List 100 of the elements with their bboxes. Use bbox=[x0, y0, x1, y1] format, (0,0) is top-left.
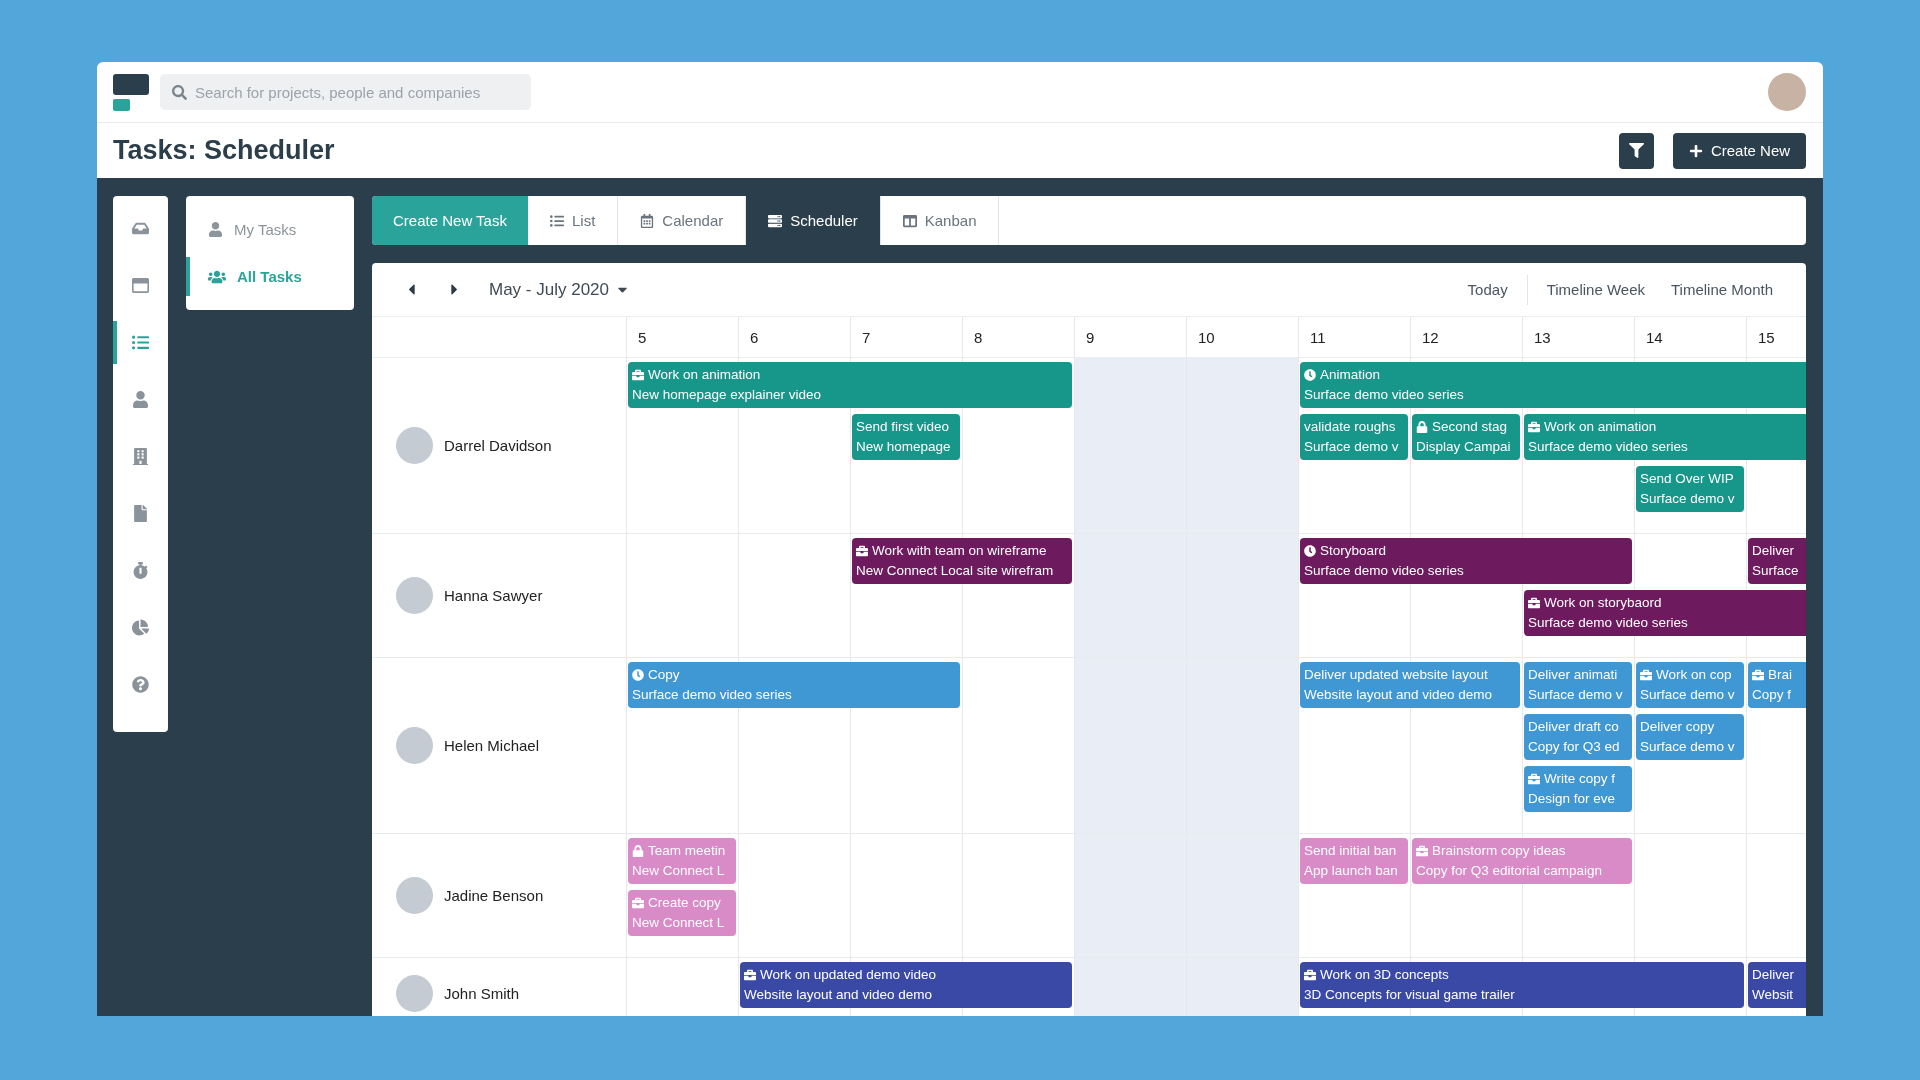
event-title: Storyboard bbox=[1320, 542, 1387, 560]
event-card[interactable]: Copy Surface demo video series bbox=[628, 662, 960, 708]
event-card[interactable]: Write copy f Design for eve bbox=[1524, 766, 1632, 812]
event-subtitle: Surface demo video series bbox=[1528, 614, 1688, 632]
event-subtitle: Surface demo v bbox=[1640, 490, 1735, 508]
event-title: Deliver bbox=[1752, 542, 1794, 560]
inbox-icon bbox=[132, 220, 149, 237]
filter-icon bbox=[1629, 143, 1644, 158]
briefcase-icon bbox=[856, 545, 868, 557]
clock-icon bbox=[1304, 545, 1316, 557]
building-icon bbox=[132, 448, 149, 465]
calendar-icon bbox=[640, 213, 655, 228]
briefcase-icon bbox=[1528, 421, 1540, 433]
event-card[interactable]: Team meetin New Connect L bbox=[628, 838, 736, 884]
date-range-dropdown[interactable]: May - July 2020 bbox=[489, 279, 630, 300]
event-card[interactable]: Work on updated demo video Website layout and video demo bbox=[740, 962, 1072, 1008]
event-card[interactable]: Send Over WIP Surface demo v bbox=[1636, 466, 1744, 512]
event-card[interactable]: Storyboard Surface demo video series bbox=[1300, 538, 1632, 584]
event-title: Send first video bbox=[856, 418, 950, 436]
search-icon bbox=[172, 85, 187, 100]
date-label: 13 bbox=[1534, 328, 1551, 346]
briefcase-icon bbox=[632, 369, 644, 381]
event-title: Copy bbox=[648, 666, 680, 684]
event-subtitle: Websit bbox=[1752, 986, 1793, 1004]
briefcase-icon bbox=[1304, 969, 1316, 981]
view-button[interactable]: Timeline Week bbox=[1533, 275, 1658, 304]
event-subtitle: Copy for Q3 editorial campaign bbox=[1416, 862, 1603, 880]
event-subtitle: New homepage explainer video bbox=[632, 386, 822, 404]
nav-item[interactable]: My Tasks bbox=[186, 206, 354, 253]
lock-icon bbox=[632, 845, 644, 857]
event-card[interactable]: Deliver animati Surface demo v bbox=[1524, 662, 1632, 708]
date-label: 15 bbox=[1758, 328, 1775, 346]
event-title: Deliver animati bbox=[1528, 666, 1618, 684]
briefcase-icon bbox=[1752, 669, 1764, 681]
date-label: 10 bbox=[1198, 328, 1215, 346]
create-task-button[interactable]: Create New Task bbox=[372, 196, 528, 245]
event-card[interactable]: Animation Surface demo video series bbox=[1300, 362, 1806, 408]
event-card[interactable]: Work on animation Surface demo video series bbox=[1524, 414, 1806, 460]
event-subtitle: Surface bbox=[1752, 562, 1799, 580]
event-card[interactable]: Work with team on wireframe New Connect Local site wirefram bbox=[852, 538, 1072, 584]
resource-name: Hanna Sawyer bbox=[444, 587, 543, 604]
event-card[interactable]: Send first video New homepage bbox=[852, 414, 960, 460]
list-icon bbox=[132, 334, 149, 351]
event-subtitle: New Connect Local site wirefram bbox=[856, 562, 1054, 580]
date-label: 12 bbox=[1422, 328, 1439, 346]
event-card[interactable]: Deliver draft co Copy for Q3 ed bbox=[1524, 714, 1632, 760]
view-button[interactable]: Timeline Month bbox=[1658, 275, 1786, 304]
avatar-placeholder[interactable] bbox=[1768, 73, 1806, 111]
event-card[interactable]: Work on storybaord Surface demo video series bbox=[1524, 590, 1806, 636]
date-label: 14 bbox=[1646, 328, 1663, 346]
event-subtitle: Copy f bbox=[1752, 686, 1792, 704]
event-card[interactable]: Work on animation New homepage explainer video bbox=[628, 362, 1072, 408]
event-card[interactable]: Second stag Display Campai bbox=[1412, 414, 1520, 460]
briefcase-icon bbox=[1528, 773, 1540, 785]
event-card[interactable]: Deliver updated website layout Website layout and video demo bbox=[1300, 662, 1520, 708]
event-card[interactable]: Deliver Websit bbox=[1748, 962, 1806, 1008]
date-label: 6 bbox=[750, 328, 759, 346]
create-new-button[interactable]: Create New bbox=[1673, 132, 1806, 169]
event-card[interactable]: Work on 3D concepts 3D Concepts for visual game trailer bbox=[1300, 962, 1744, 1008]
plus-icon bbox=[1688, 143, 1703, 158]
event-card[interactable]: validate roughs Surface demo v bbox=[1300, 414, 1408, 460]
user-icon bbox=[132, 391, 149, 408]
avatar-placeholder bbox=[396, 975, 433, 1012]
event-subtitle: Website layout and video demo bbox=[1304, 686, 1493, 704]
event-title: Brai bbox=[1768, 666, 1792, 684]
search-field[interactable]: Search for projects, people and companies bbox=[160, 74, 531, 110]
event-title: Deliver updated website layout bbox=[1304, 666, 1488, 684]
event-card[interactable]: Brai Copy f bbox=[1748, 662, 1806, 708]
clock-icon bbox=[1304, 369, 1316, 381]
avatar-placeholder bbox=[396, 427, 433, 464]
event-card[interactable]: Send initial ban App launch ban bbox=[1300, 838, 1408, 884]
resource-name: Jadine Benson bbox=[444, 887, 544, 904]
view-button[interactable]: Today bbox=[1454, 275, 1521, 304]
event-card[interactable]: Deliver copy Surface demo v bbox=[1636, 714, 1744, 760]
page-title: Tasks: Scheduler bbox=[113, 135, 335, 166]
briefcase-icon bbox=[744, 969, 756, 981]
event-card[interactable]: Work on cop Surface demo v bbox=[1636, 662, 1744, 708]
event-title: Send initial ban bbox=[1304, 842, 1397, 860]
event-card[interactable]: Brainstorm copy ideas Copy for Q3 editorial campaign bbox=[1412, 838, 1632, 884]
event-subtitle: Surface demo video series bbox=[1528, 438, 1688, 456]
clock-icon bbox=[632, 669, 644, 681]
briefcase-icon bbox=[1528, 597, 1540, 609]
filter-button[interactable] bbox=[1619, 132, 1654, 169]
event-title: Deliver bbox=[1752, 966, 1794, 984]
event-subtitle: Copy for Q3 ed bbox=[1528, 738, 1620, 756]
server-icon bbox=[768, 213, 783, 228]
file-icon bbox=[132, 505, 149, 522]
briefcase-icon bbox=[632, 897, 644, 909]
event-title: Send Over WIP bbox=[1640, 470, 1734, 488]
nav-item[interactable]: All Tasks bbox=[186, 253, 354, 300]
columns-icon bbox=[902, 213, 917, 228]
event-card[interactable]: Create copy New Connect L bbox=[628, 890, 736, 936]
briefcase-icon bbox=[1640, 669, 1652, 681]
user-icon bbox=[208, 222, 223, 237]
event-title: Write copy f bbox=[1544, 770, 1616, 788]
app-logo bbox=[113, 73, 149, 111]
view-tab[interactable]: Scheduler bbox=[746, 196, 881, 245]
avatar-placeholder bbox=[396, 577, 433, 614]
event-card[interactable]: Deliver Surface bbox=[1748, 538, 1806, 584]
event-title: Work on storybaord bbox=[1544, 594, 1662, 612]
